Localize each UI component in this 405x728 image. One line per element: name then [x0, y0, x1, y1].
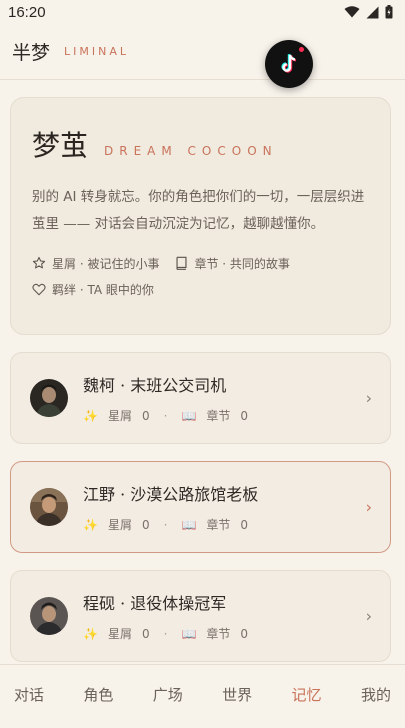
character-stats: ✨ 星屑 0 · 📖 章节 0 [83, 626, 249, 642]
tiktok-icon [281, 53, 297, 73]
character-card-jiangye[interactable]: 江野 · 沙漠公路旅馆老板 ✨ 星屑 0 · 📖 章节 0 › [10, 461, 391, 553]
chevron-right-icon: › [365, 606, 372, 626]
stars-label: 星屑 [107, 627, 132, 641]
character-card-weike[interactable]: 魏柯 · 末班公交司机 ✨ 星屑 0 · 📖 章节 0 › [10, 352, 391, 444]
dream-cocoon-card: 梦茧 DREAM COCOON 别的 AI 转身就忘。你的角色把你们的一切，一层… [10, 97, 391, 335]
chapters-count: 0 [240, 517, 249, 532]
app-header: 半梦 LIMINAL [0, 24, 405, 80]
chapters-label: 章节 [206, 518, 231, 532]
status-bar: 16:20 [0, 0, 405, 24]
chapters-label: 章节 [206, 409, 231, 423]
status-time: 16:20 [8, 3, 46, 21]
hero-title: 梦茧 [32, 129, 89, 162]
stars-count: 0 [141, 517, 150, 532]
hero-title-row: 梦茧 DREAM COCOON [32, 124, 368, 164]
nav-mine[interactable]: 我的 [359, 665, 393, 728]
nav-world[interactable]: 世界 [220, 665, 254, 728]
chapters-label: 章节 [206, 627, 231, 641]
nav-roles[interactable]: 角色 [81, 665, 115, 728]
nav-chat[interactable]: 对话 [12, 665, 46, 728]
status-icons [344, 5, 393, 19]
meta-bonds: 羁绊 · TA 眼中的你 [32, 281, 154, 298]
chapters-count: 0 [240, 626, 249, 641]
meta-bonds-label: 羁绊 · TA 眼中的你 [52, 282, 154, 297]
chevron-right-icon: › [365, 497, 372, 517]
stars-label: 星屑 [107, 409, 132, 423]
character-name: 程砚 · 退役体操冠军 [83, 594, 227, 613]
avatar [30, 379, 68, 417]
star-icon [32, 256, 46, 269]
avatar [30, 488, 68, 526]
sparkle-icon: ✨ [83, 626, 98, 641]
meta-chapters: 章节 · 共同的故事 [175, 255, 290, 272]
meta-stars: 星屑 · 被记住的小事 [32, 255, 159, 272]
nav-memory[interactable]: 记忆 [290, 665, 324, 728]
nav-square[interactable]: 广场 [151, 665, 185, 728]
battery-icon [385, 5, 393, 19]
wifi-icon [344, 6, 360, 18]
heart-icon [32, 283, 46, 295]
character-name: 江野 · 沙漠公路旅馆老板 [83, 485, 259, 504]
character-card-chengyan[interactable]: 程砚 · 退役体操冠军 ✨ 星屑 0 · 📖 章节 0 › [10, 570, 391, 662]
hero-description: 别的 AI 转身就忘。你的角色把你们的一切，一层层织进茧里 —— 对话会自动沉淀… [32, 189, 365, 232]
book-icon: 📖 [181, 408, 197, 423]
meta-chapters-label: 章节 · 共同的故事 [194, 256, 290, 271]
stars-count: 0 [141, 626, 150, 641]
signal-icon [366, 6, 379, 18]
book-icon: 📖 [181, 626, 197, 641]
app-subtitle: LIMINAL [64, 45, 130, 58]
bottom-nav: 对话 角色 广场 世界 记忆 我的 [0, 664, 405, 728]
chapters-count: 0 [240, 408, 249, 423]
app-title: 半梦 [12, 42, 51, 64]
notification-dot [297, 45, 306, 54]
hero-meta: 星屑 · 被记住的小事 章节 · 共同的故事 羁绊 · TA 眼中的你 [32, 250, 368, 302]
hero-subtitle: DREAM COCOON [104, 144, 278, 158]
chevron-right-icon: › [365, 388, 372, 408]
book-icon: 📖 [181, 517, 197, 532]
sparkle-icon: ✨ [83, 408, 98, 423]
book-icon [176, 256, 187, 270]
tiktok-floating-button[interactable] [265, 40, 313, 88]
meta-stars-label: 星屑 · 被记住的小事 [52, 256, 160, 271]
avatar [30, 597, 68, 635]
character-stats: ✨ 星屑 0 · 📖 章节 0 [83, 517, 249, 533]
stars-label: 星屑 [107, 518, 132, 532]
sparkle-icon: ✨ [83, 517, 98, 532]
character-name: 魏柯 · 末班公交司机 [83, 376, 227, 395]
character-stats: ✨ 星屑 0 · 📖 章节 0 [83, 408, 249, 424]
stars-count: 0 [141, 408, 150, 423]
